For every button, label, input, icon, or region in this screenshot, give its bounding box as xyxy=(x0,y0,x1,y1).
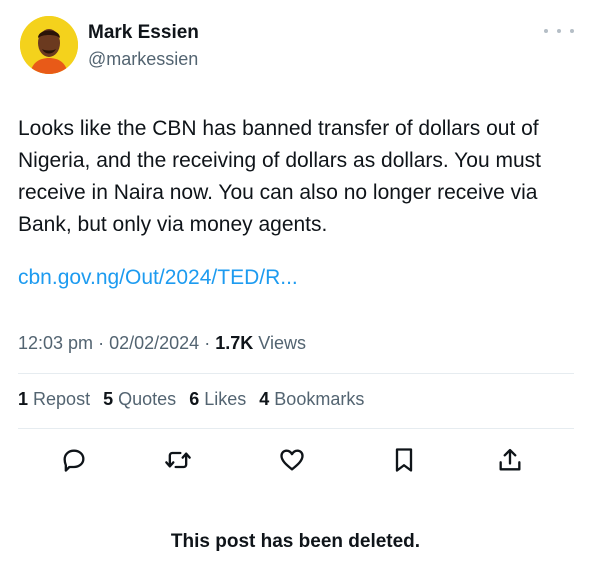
more-dot xyxy=(544,29,548,33)
views-count: 1.7K xyxy=(215,333,254,353)
meta-separator: · xyxy=(98,333,105,353)
post-link[interactable]: cbn.gov.ng/Out/2024/TED/R... xyxy=(18,266,298,290)
bookmark-button[interactable] xyxy=(384,440,424,480)
likes-stat[interactable]: 6 Likes xyxy=(189,389,246,409)
like-button[interactable] xyxy=(272,440,312,480)
avatar-image xyxy=(20,16,78,74)
bookmarks-stat[interactable]: 4 Bookmarks xyxy=(259,389,364,409)
quotes-stat[interactable]: 5 Quotes xyxy=(103,389,176,409)
divider xyxy=(18,428,574,429)
post-stats: 1 Repost 5 Quotes 6 Likes 4 Bookmarks xyxy=(18,389,372,410)
quotes-count: 5 xyxy=(103,389,114,409)
bookmark-icon xyxy=(395,448,413,472)
repost-icon xyxy=(165,451,191,469)
likes-count: 6 xyxy=(189,389,200,409)
author-handle[interactable]: @markessien xyxy=(88,49,198,70)
reposts-label: Repost xyxy=(33,389,91,409)
share-button[interactable] xyxy=(490,440,530,480)
share-icon xyxy=(499,448,521,471)
deleted-notice: This post has been deleted. xyxy=(170,531,421,552)
avatar[interactable] xyxy=(20,16,78,74)
author-display-name[interactable]: Mark Essien xyxy=(88,22,199,44)
bookmarks-count: 4 xyxy=(259,389,270,409)
meta-separator: · xyxy=(204,333,211,353)
more-dot xyxy=(557,29,561,33)
reply-button[interactable] xyxy=(54,440,94,480)
post-meta: 12:03 pm · 02/02/2024 · 1.7K Views xyxy=(18,333,306,354)
views-label: Views xyxy=(258,333,306,353)
action-bar xyxy=(0,440,591,480)
reposts-count: 1 xyxy=(18,389,29,409)
quotes-label: Quotes xyxy=(118,389,177,409)
post-text: Looks like the CBN has banned transfer o… xyxy=(18,117,541,236)
divider xyxy=(18,373,574,374)
post-date[interactable]: 02/02/2024 xyxy=(109,333,199,353)
post-time[interactable]: 12:03 pm xyxy=(18,333,93,353)
more-dot xyxy=(570,29,574,33)
reposts-stat[interactable]: 1 Repost xyxy=(18,389,90,409)
likes-label: Likes xyxy=(204,389,247,409)
repost-button[interactable] xyxy=(158,440,198,480)
more-options-icon[interactable] xyxy=(544,23,574,39)
bookmarks-label: Bookmarks xyxy=(274,389,365,409)
like-icon xyxy=(280,449,304,471)
reply-icon xyxy=(63,449,85,472)
